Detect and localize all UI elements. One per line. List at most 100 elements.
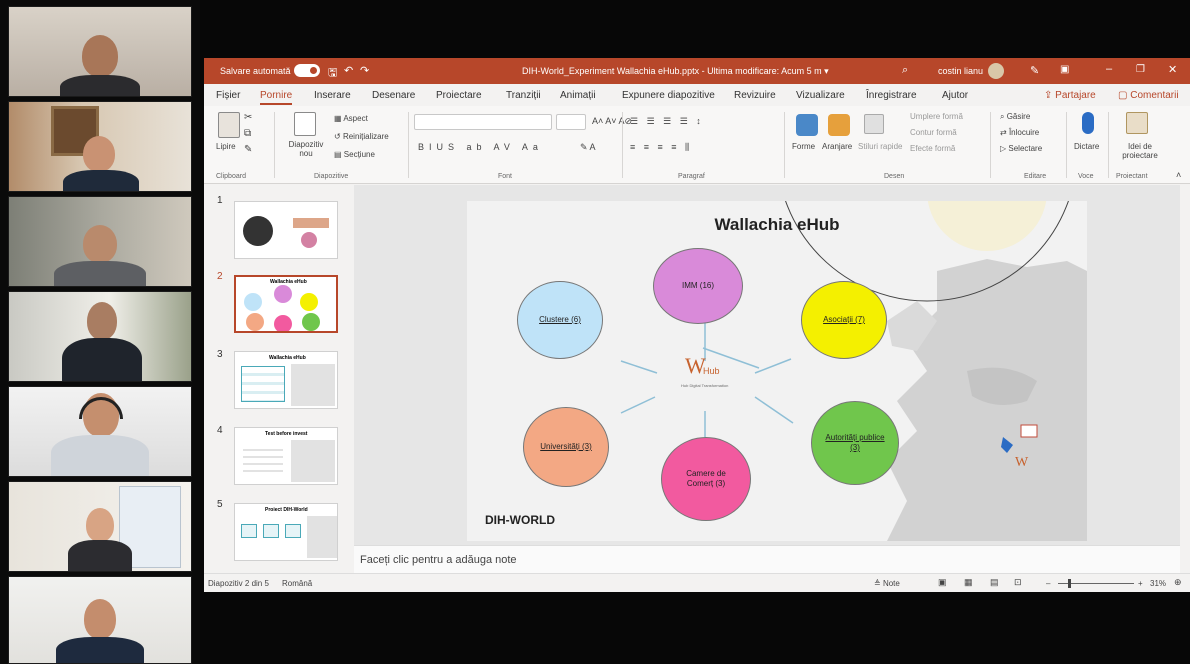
tab-slideshow[interactable]: Expunere diapozitive xyxy=(622,90,715,101)
avatar[interactable] xyxy=(988,63,1004,79)
node-label: Asociații (7) xyxy=(823,315,865,324)
node-associations[interactable]: Asociații (7) xyxy=(801,281,887,359)
notes-pane[interactable]: Faceți clic pentru a adăuga note xyxy=(354,545,1180,573)
tab-design[interactable]: Proiectare xyxy=(436,90,482,101)
new-slide-button[interactable]: Diapozitiv nou xyxy=(284,140,328,158)
participant-video-7[interactable] xyxy=(8,576,192,664)
new-slide-icon[interactable] xyxy=(294,112,316,136)
ribbon-display-icon[interactable]: ▣ xyxy=(1060,64,1069,75)
format-painter-icon[interactable]: ✎ xyxy=(244,144,252,155)
ribbon: Lipire ✂ ⧉ ✎ Clipboard Diapozitiv nou ▦ … xyxy=(204,106,1190,184)
dictate-button[interactable]: Dictare xyxy=(1074,142,1099,151)
tab-help[interactable]: Ajutor xyxy=(942,90,968,101)
node-universities[interactable]: Universități (3) xyxy=(523,407,609,487)
zoom-slider[interactable] xyxy=(1058,579,1134,588)
node-public-authorities[interactable]: Autorități publice (3) xyxy=(811,401,899,485)
shape-fill-button[interactable]: Umplere formă xyxy=(910,112,963,121)
tab-home[interactable]: Pornire xyxy=(260,90,293,105)
font-name-select[interactable] xyxy=(414,114,552,130)
slide-editor: Wallachia eHub IMM (16) Clustere (6) Aso… xyxy=(354,185,1180,545)
slide-thumbnail-4[interactable]: Test before invest xyxy=(234,427,338,485)
find-button[interactable]: ⌕ Găsire xyxy=(1000,112,1030,122)
autosave-toggle[interactable] xyxy=(294,64,320,77)
list-icons[interactable]: ☰ ☰ ☰ ☰ ↕ xyxy=(630,116,704,127)
save-icon[interactable]: 🖫 xyxy=(328,64,337,83)
paste-icon[interactable] xyxy=(218,112,240,138)
tab-file[interactable]: Fișier xyxy=(216,90,240,101)
zoom-in-icon[interactable]: + xyxy=(1138,579,1143,588)
font-size-select[interactable] xyxy=(556,114,586,130)
slide-thumbnail-5[interactable]: Proiect DIH-World xyxy=(234,503,338,561)
normal-view-icon[interactable]: ▣ xyxy=(938,577,947,588)
participant-video-5[interactable] xyxy=(8,386,192,477)
close-icon[interactable]: ✕ xyxy=(1168,63,1177,76)
quick-styles-button[interactable]: Stiluri rapide xyxy=(858,142,902,151)
notes-toggle[interactable]: ≜ Note xyxy=(874,579,900,588)
microphone-icon[interactable] xyxy=(1082,112,1094,134)
language-indicator[interactable]: Română xyxy=(282,579,312,588)
node-imm[interactable]: IMM (16) xyxy=(653,248,743,324)
participant-video-2[interactable] xyxy=(8,101,192,192)
tab-insert[interactable]: Inserare xyxy=(314,90,351,101)
current-slide[interactable]: Wallachia eHub IMM (16) Clustere (6) Aso… xyxy=(467,201,1087,541)
pen-icon[interactable]: ✎ xyxy=(1030,64,1039,77)
participant-video-1[interactable] xyxy=(8,6,192,97)
arrange-icon[interactable] xyxy=(828,114,850,136)
grow-font-icon[interactable]: A˄ A˅ A⊘ xyxy=(592,116,632,127)
arrange-button[interactable]: Aranjare xyxy=(822,142,852,151)
reading-view-icon[interactable]: ▤ xyxy=(990,577,999,588)
cut-icon[interactable]: ✂ xyxy=(244,112,252,123)
font-color-icon[interactable]: ✎ A xyxy=(580,142,596,153)
vertical-scrollbar[interactable] xyxy=(1180,185,1190,573)
reset-button[interactable]: ↺ Reinițializare xyxy=(334,132,389,141)
designer-icon[interactable] xyxy=(1126,112,1148,134)
participant-video-4[interactable] xyxy=(8,291,192,382)
copy-icon[interactable]: ⧉ xyxy=(244,128,251,139)
slide-thumbnail-1[interactable] xyxy=(234,201,338,259)
node-label: Camere de Comerț (3) xyxy=(686,469,726,488)
node-clusters[interactable]: Clustere (6) xyxy=(517,281,603,359)
comments-button[interactable]: ▢ Comentarii xyxy=(1118,90,1179,101)
collapse-ribbon-icon[interactable]: ˄ xyxy=(1176,170,1181,180)
align-icons[interactable]: ≡ ≡ ≡ ≡ ⫼ xyxy=(630,142,692,153)
replace-button[interactable]: ⇄ Înlocuire xyxy=(1000,128,1039,137)
participant-video-3[interactable] xyxy=(8,196,192,287)
section-button[interactable]: ▤ Secțiune xyxy=(334,150,375,159)
tab-animations[interactable]: Animații xyxy=(560,90,596,101)
share-button[interactable]: ⇪ Partajare xyxy=(1044,90,1096,101)
slideshow-icon[interactable]: ⊡ xyxy=(1014,577,1022,588)
title-bar: Salvare automată 🖫 ↶ ↷ DIH-World_Experim… xyxy=(204,58,1190,84)
shape-effects-button[interactable]: Efecte formă xyxy=(910,144,955,153)
shapes-icon[interactable] xyxy=(796,114,818,136)
quick-styles-icon[interactable] xyxy=(864,114,884,134)
tab-view[interactable]: Vizualizare xyxy=(796,90,845,101)
zoom-level[interactable]: 31% xyxy=(1150,579,1166,588)
redo-icon[interactable]: ↷ xyxy=(360,64,369,77)
font-format-icons[interactable]: BIUS ab AV Aa xyxy=(418,142,543,152)
undo-icon[interactable]: ↶ xyxy=(344,64,353,77)
minimize-icon[interactable]: – xyxy=(1106,63,1112,75)
fit-slide-icon[interactable]: ⊕ xyxy=(1174,577,1182,588)
tab-draw[interactable]: Desenare xyxy=(372,90,415,101)
shapes-button[interactable]: Forme xyxy=(792,142,815,151)
tab-record[interactable]: Înregistrare xyxy=(866,90,917,101)
slide-sorter-icon[interactable]: ▦ xyxy=(964,577,973,588)
participant-video-6[interactable] xyxy=(8,481,192,572)
tab-review[interactable]: Revizuire xyxy=(734,90,776,101)
shape-outline-button[interactable]: Contur formă xyxy=(910,128,957,137)
design-ideas-button[interactable]: Idei de proiectare xyxy=(1116,142,1164,160)
layout-button[interactable]: ▦ Aspect xyxy=(334,114,368,123)
restore-icon[interactable]: ❐ xyxy=(1136,64,1145,75)
document-title[interactable]: DIH-World_Experiment Wallachia eHub.pptx… xyxy=(522,66,829,77)
zoom-out-icon[interactable]: – xyxy=(1046,579,1050,588)
slide-title[interactable]: Wallachia eHub xyxy=(467,215,1087,235)
video-call-window: Salvare automată 🖫 ↶ ↷ DIH-World_Experim… xyxy=(0,0,1190,664)
slide-thumbnail-2[interactable]: Wallachia eHub xyxy=(234,275,338,333)
select-button[interactable]: ▷ Selectare xyxy=(1000,144,1042,153)
search-icon[interactable]: ⌕ xyxy=(902,64,908,77)
tab-transitions[interactable]: Tranziții xyxy=(506,90,541,101)
node-chambers[interactable]: Camere de Comerț (3) xyxy=(661,437,751,521)
thumbnail-number: 4 xyxy=(217,425,223,436)
slide-thumbnail-3[interactable]: Wallachia eHub xyxy=(234,351,338,409)
paste-button[interactable]: Lipire xyxy=(216,142,236,151)
